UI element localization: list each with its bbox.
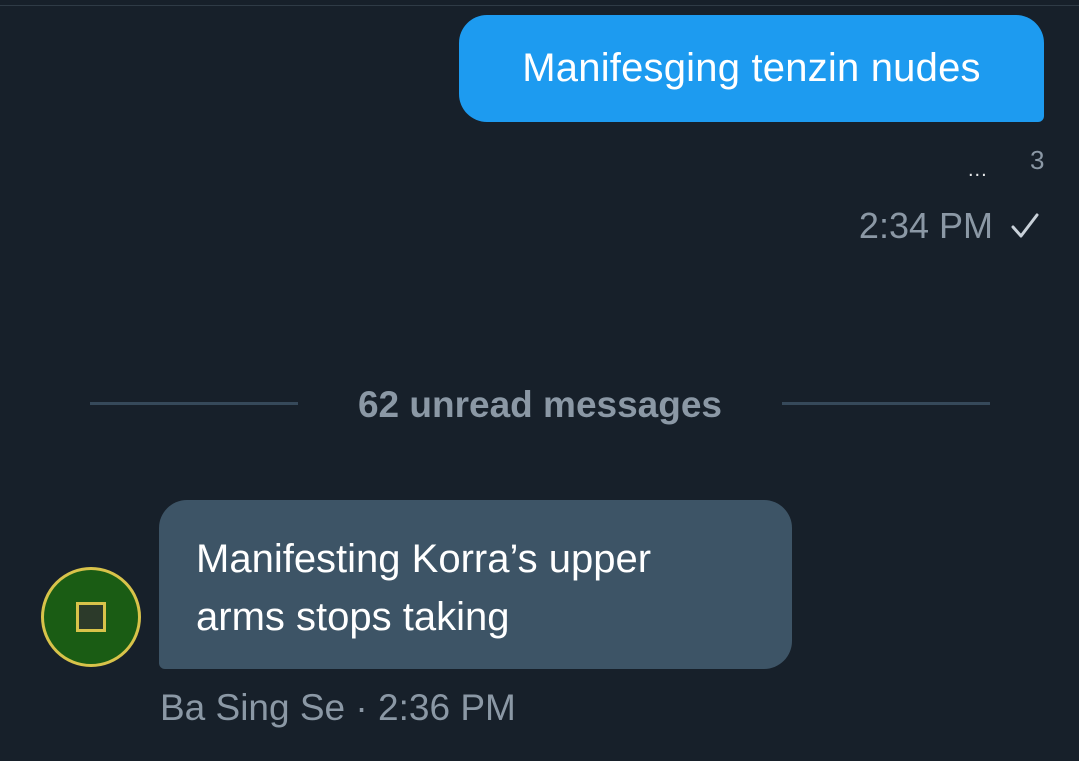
- check-icon: [1009, 210, 1041, 242]
- meta-separator: ·: [345, 687, 379, 728]
- sent-message-text: Manifesging tenzin nudes: [522, 46, 981, 90]
- received-message-text: Manifesting Korra’s upper arms stops tak…: [196, 537, 652, 639]
- divider-line-right: [782, 402, 990, 405]
- avatar[interactable]: [41, 567, 141, 667]
- divider-line-left: [90, 402, 298, 405]
- sent-message-bubble[interactable]: Manifesging tenzin nudes: [459, 15, 1044, 122]
- sender-name[interactable]: Ba Sing Se: [160, 687, 345, 728]
- earth-kingdom-emblem-icon: [76, 602, 106, 632]
- sent-message-time: 2:34 PM: [858, 205, 993, 246]
- received-message-meta: Ba Sing Se · 2:36 PM: [160, 684, 516, 732]
- reaction-count[interactable]: 3: [1030, 146, 1044, 174]
- typing-indicator: ...: [968, 159, 988, 181]
- unread-divider-label: 62 unread messages: [357, 384, 723, 425]
- unread-divider: 62 unread messages: [0, 380, 1079, 430]
- top-border: [0, 0, 1079, 6]
- received-message-bubble[interactable]: Manifesting Korra’s upper arms stops tak…: [159, 500, 792, 669]
- sent-message-meta: 2:34 PM: [859, 204, 1041, 248]
- received-message-time: 2:36 PM: [378, 687, 516, 728]
